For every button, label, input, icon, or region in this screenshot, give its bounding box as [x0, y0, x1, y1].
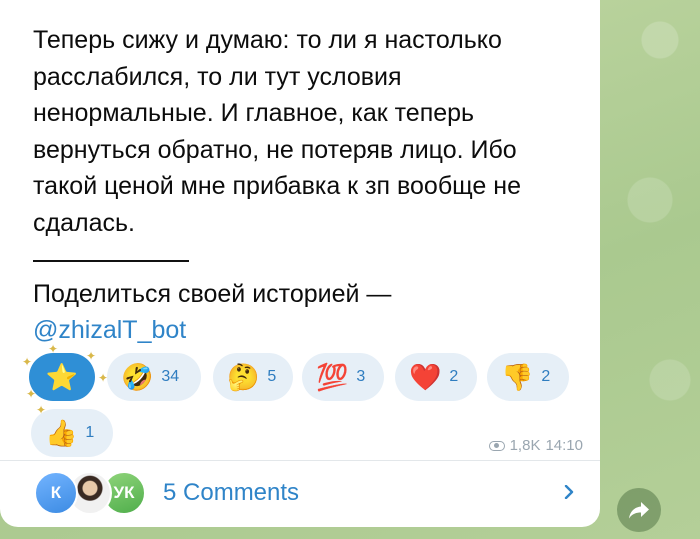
reaction-count: 5: [267, 368, 277, 385]
eye-icon: [488, 440, 505, 451]
reaction-heart[interactable]: ❤️ 2: [395, 353, 477, 401]
reaction-star[interactable]: ⭐: [29, 353, 95, 401]
heart-icon: ❤️: [409, 362, 442, 392]
thumbs-down-icon: 👎: [501, 362, 534, 392]
view-count: 1,8K: [509, 437, 541, 454]
reaction-hundred[interactable]: 💯 3: [302, 353, 384, 401]
forward-icon: [629, 502, 649, 519]
reaction-thinking[interactable]: 🤔 5: [213, 353, 293, 401]
avatar[interactable]: К: [34, 471, 78, 515]
reaction-thumbs-down[interactable]: 👎 2: [487, 353, 569, 401]
rofl-icon: 🤣: [121, 362, 154, 392]
reaction-count: 1: [85, 424, 95, 441]
message-time: 14:10: [545, 437, 583, 454]
separator-line: [33, 260, 189, 262]
reaction-count: 3: [356, 368, 366, 385]
message-bubble: Теперь сижу и думаю: то ли я настолько р…: [0, 0, 600, 527]
reaction-count: 34: [161, 368, 180, 385]
forward-button[interactable]: [617, 488, 661, 532]
message-meta: 1,8K 14:10: [488, 437, 583, 454]
chevron-right-icon[interactable]: [562, 485, 576, 499]
reaction-thumbs-up[interactable]: 👍 1: [31, 409, 113, 457]
thinking-icon: 🤔: [227, 362, 260, 392]
star-icon: ⭐: [45, 362, 79, 392]
reaction-rofl[interactable]: 🤣 34: [107, 353, 201, 401]
share-story-text: Поделиться своей историей —: [33, 280, 392, 308]
bot-link[interactable]: @zhizalT_bot: [33, 312, 186, 348]
thumbs-up-icon: 👍: [45, 418, 78, 448]
reaction-count: 2: [541, 368, 551, 385]
hundred-icon: 💯: [316, 362, 349, 392]
reaction-count: 2: [449, 368, 459, 385]
comments-divider: [0, 460, 600, 461]
comments-button[interactable]: 5 Comments: [163, 478, 299, 508]
message-text: Теперь сижу и думаю: то ли я настолько р…: [33, 26, 521, 237]
